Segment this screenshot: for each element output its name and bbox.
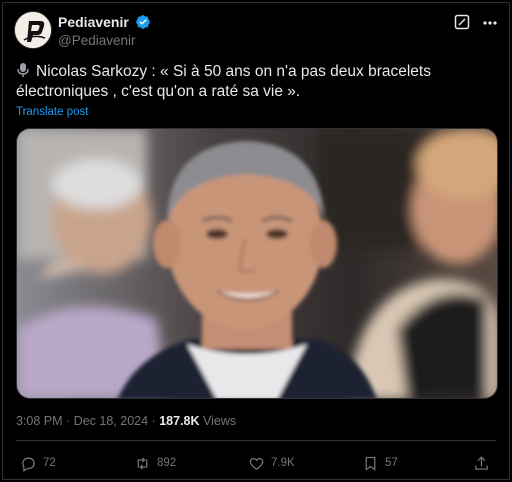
author-handle[interactable]: @Pediavenir <box>58 33 151 48</box>
microphone-icon <box>17 63 29 77</box>
pediavenir-logo-icon <box>15 12 51 48</box>
share-icon <box>475 455 488 470</box>
bookmark-button[interactable]: 57 <box>362 452 398 474</box>
post-time[interactable]: 3:08 PM <box>16 414 63 428</box>
meta-separator-2: · <box>151 414 156 428</box>
views-count: 187.8K <box>159 414 200 428</box>
heart-icon <box>249 457 264 470</box>
post-meta: 3:08 PM · Dec 18, 2024 · 187.8K Views <box>16 414 236 428</box>
bookmark-icon <box>365 456 376 471</box>
views-label: Views <box>203 414 237 428</box>
author-display-name[interactable]: Pediavenir <box>58 14 129 30</box>
divider <box>16 440 496 441</box>
repost-button[interactable]: 892 <box>134 452 176 474</box>
avatar[interactable] <box>14 11 52 49</box>
like-button[interactable]: 7.9K <box>248 452 295 474</box>
post-date[interactable]: Dec 18, 2024 <box>74 414 148 428</box>
bookmark-count: 57 <box>385 457 398 469</box>
grok-icon[interactable] <box>454 14 470 30</box>
post-text: Nicolas Sarkozy : « Si à 50 ans on n'a p… <box>16 62 486 102</box>
reply-button[interactable]: 72 <box>20 452 56 474</box>
meta-separator: · <box>66 414 71 428</box>
post-photo-image <box>17 129 497 398</box>
repost-icon <box>137 456 148 470</box>
repost-count: 892 <box>157 457 177 469</box>
share-button[interactable] <box>473 452 496 474</box>
post-photo[interactable] <box>16 128 498 399</box>
action-bar: 72 892 7.9K 57 <box>16 452 496 474</box>
reply-count: 72 <box>43 457 56 469</box>
like-count: 7.9K <box>271 457 295 469</box>
more-options-icon[interactable] <box>482 16 498 30</box>
verified-badge-icon <box>136 14 151 29</box>
translate-post-link[interactable]: Translate post <box>16 106 88 118</box>
reply-icon <box>22 457 35 472</box>
post-text-content: Nicolas Sarkozy : « Si à 50 ans on n'a p… <box>16 63 431 100</box>
post-header: Pediavenir @Pediavenir <box>14 10 498 50</box>
